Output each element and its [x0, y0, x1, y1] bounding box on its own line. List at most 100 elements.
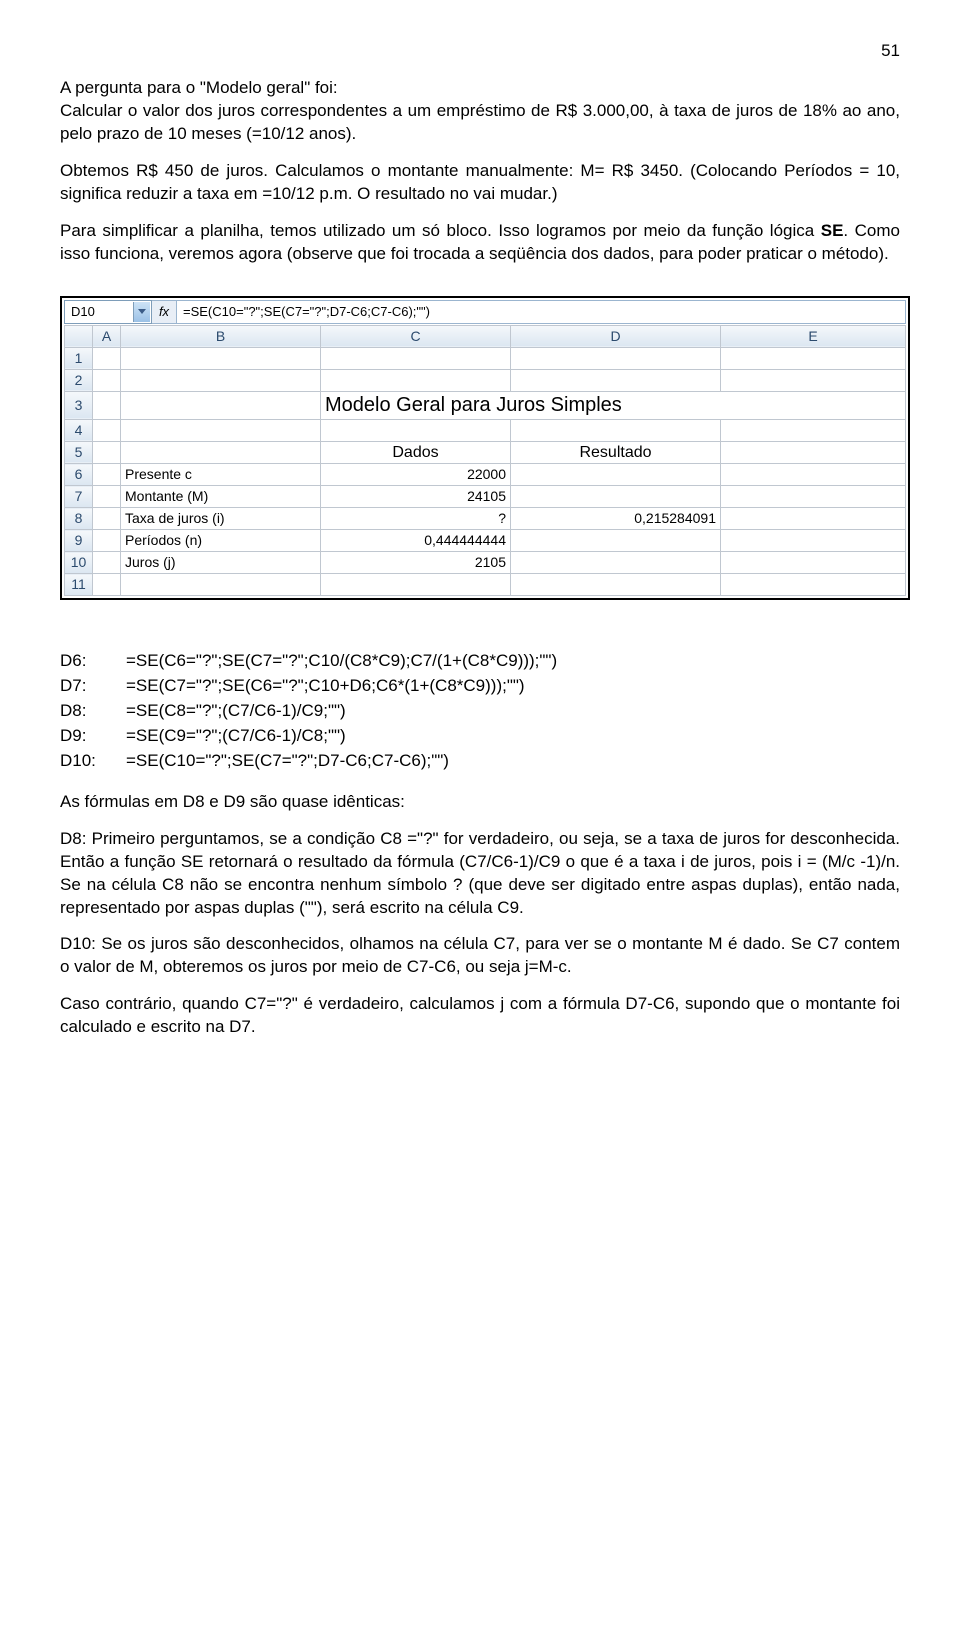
row-header[interactable]: 7 — [65, 486, 93, 508]
row-header[interactable]: 5 — [65, 441, 93, 464]
cell[interactable]: 0,215284091 — [511, 508, 721, 530]
formula-list: D6:=SE(C6="?";SE(C7="?";C10/(C8*C9);C7/(… — [60, 650, 900, 773]
cell[interactable] — [93, 441, 121, 464]
row-header[interactable]: 8 — [65, 508, 93, 530]
paragraph-6: D10: Se os juros são desconhecidos, olha… — [60, 933, 900, 979]
spreadsheet-screenshot: D10 fx =SE(C10="?";SE(C7="?";D7-C6;C7-C6… — [60, 296, 910, 601]
row-header[interactable]: 11 — [65, 574, 93, 596]
cell[interactable] — [721, 574, 906, 596]
cell[interactable] — [321, 347, 511, 369]
text: Calcular o valor dos juros correspondent… — [60, 101, 900, 143]
cell[interactable] — [321, 369, 511, 391]
cell[interactable] — [511, 486, 721, 508]
cell[interactable] — [121, 369, 321, 391]
row-header[interactable]: 1 — [65, 347, 93, 369]
col-header-A[interactable]: A — [93, 325, 121, 347]
cell[interactable]: 2105 — [321, 552, 511, 574]
cell[interactable]: 22000 — [321, 464, 511, 486]
cell[interactable] — [121, 391, 321, 419]
cell[interactable] — [93, 508, 121, 530]
cell[interactable] — [721, 530, 906, 552]
cell[interactable] — [721, 347, 906, 369]
cell[interactable]: Modelo Geral para Juros Simples — [321, 391, 906, 419]
table-row: 3 Modelo Geral para Juros Simples — [65, 391, 906, 419]
col-header-C[interactable]: C — [321, 325, 511, 347]
cell[interactable] — [93, 486, 121, 508]
cell[interactable] — [511, 347, 721, 369]
cell[interactable] — [93, 369, 121, 391]
formula-value: =SE(C6="?";SE(C7="?";C10/(C8*C9);C7/(1+(… — [126, 650, 557, 673]
cell[interactable]: Períodos (n) — [121, 530, 321, 552]
cell[interactable] — [721, 369, 906, 391]
cell[interactable] — [321, 574, 511, 596]
cell[interactable]: Montante (M) — [121, 486, 321, 508]
formula-input[interactable]: =SE(C10="?";SE(C7="?";D7-C6;C7-C6);"") — [177, 300, 906, 324]
cell[interactable] — [511, 552, 721, 574]
formula-key: D7: — [60, 675, 126, 698]
col-header-E[interactable]: E — [721, 325, 906, 347]
cell[interactable] — [93, 419, 121, 441]
cell[interactable] — [721, 441, 906, 464]
name-box[interactable]: D10 — [64, 300, 152, 324]
row-header[interactable]: 4 — [65, 419, 93, 441]
formula-key: D6: — [60, 650, 126, 673]
cell[interactable]: Presente c — [121, 464, 321, 486]
cell[interactable] — [511, 574, 721, 596]
paragraph-5: D8: Primeiro perguntamos, se a condição … — [60, 828, 900, 920]
table-row: 8 Taxa de juros (i)?0,215284091 — [65, 508, 906, 530]
table-row: 7 Montante (M)24105 — [65, 486, 906, 508]
col-header-D[interactable]: D — [511, 325, 721, 347]
cell[interactable] — [93, 574, 121, 596]
table-row: 11 — [65, 574, 906, 596]
cell[interactable]: Taxa de juros (i) — [121, 508, 321, 530]
fx-icon[interactable]: fx — [152, 300, 177, 324]
table-row: 1 — [65, 347, 906, 369]
paragraph-1: A pergunta para o "Modelo geral" foi: Ca… — [60, 77, 900, 146]
column-headers-row: A B C D E — [65, 325, 906, 347]
dropdown-icon[interactable] — [133, 302, 150, 322]
table-row: 5 DadosResultado — [65, 441, 906, 464]
cell[interactable] — [121, 419, 321, 441]
cell-reference: D10 — [71, 303, 95, 321]
cell[interactable] — [121, 441, 321, 464]
cell[interactable] — [721, 464, 906, 486]
cell[interactable] — [93, 347, 121, 369]
table-row: 9 Períodos (n)0,444444444 — [65, 530, 906, 552]
row-header[interactable]: 10 — [65, 552, 93, 574]
text: Para simplificar a planilha, temos utili… — [60, 221, 821, 240]
cell[interactable] — [93, 391, 121, 419]
cell[interactable] — [121, 574, 321, 596]
cell[interactable] — [321, 419, 511, 441]
row-header[interactable]: 3 — [65, 391, 93, 419]
paragraph-7: Caso contrário, quando C7="?" é verdadei… — [60, 993, 900, 1039]
corner-cell[interactable] — [65, 325, 93, 347]
paragraph-3: Para simplificar a planilha, temos utili… — [60, 220, 900, 266]
cell[interactable] — [721, 508, 906, 530]
cell[interactable] — [93, 552, 121, 574]
row-header[interactable]: 9 — [65, 530, 93, 552]
row-header[interactable]: 6 — [65, 464, 93, 486]
cell[interactable] — [511, 464, 721, 486]
cell[interactable] — [721, 419, 906, 441]
formula-row: D8:=SE(C8="?";(C7/C6-1)/C9;"") — [60, 700, 900, 723]
text: A pergunta para o "Modelo geral" foi: — [60, 78, 338, 97]
cell[interactable] — [93, 530, 121, 552]
table-row: 10 Juros (j)2105 — [65, 552, 906, 574]
text-bold: SE — [821, 221, 844, 240]
cell[interactable]: Resultado — [511, 441, 721, 464]
cell[interactable]: Juros (j) — [121, 552, 321, 574]
col-header-B[interactable]: B — [121, 325, 321, 347]
row-header[interactable]: 2 — [65, 369, 93, 391]
cell[interactable] — [511, 530, 721, 552]
cell[interactable]: 0,444444444 — [321, 530, 511, 552]
cell[interactable] — [121, 347, 321, 369]
cell[interactable] — [511, 369, 721, 391]
cell[interactable]: 24105 — [321, 486, 511, 508]
cell[interactable] — [511, 419, 721, 441]
cell[interactable]: Dados — [321, 441, 511, 464]
paragraph-2: Obtemos R$ 450 de juros. Calculamos o mo… — [60, 160, 900, 206]
cell[interactable]: ? — [321, 508, 511, 530]
cell[interactable] — [721, 552, 906, 574]
cell[interactable] — [721, 486, 906, 508]
cell[interactable] — [93, 464, 121, 486]
